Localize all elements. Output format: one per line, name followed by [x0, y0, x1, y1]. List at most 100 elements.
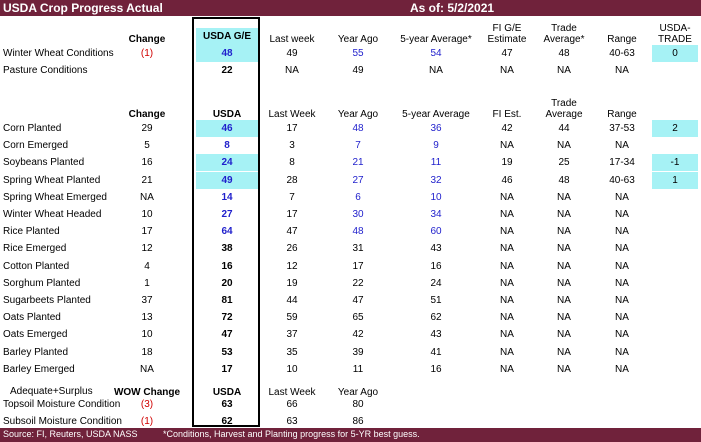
- fi-cell: 19: [501, 157, 513, 169]
- fi-cell: NA: [500, 363, 514, 375]
- usda-trade-cell: [652, 137, 698, 154]
- row-label: Cotton Planted: [3, 260, 70, 272]
- row-label: Pasture Conditions: [3, 65, 88, 76]
- table-row: Winter Wheat Conditions (1) 48 49 55 54 47 48 40…: [0, 45, 701, 62]
- year-ago-cell: 39: [352, 346, 364, 358]
- fi-cell: 42: [501, 123, 513, 134]
- row-label: Barley Emerged: [3, 363, 75, 375]
- range-cell: NA: [615, 277, 629, 289]
- fi-cell: 47: [501, 48, 513, 59]
- col-header-last-week: Last week: [269, 34, 315, 45]
- fi-cell: NA: [500, 329, 514, 341]
- five-year-cell: 32: [430, 174, 442, 186]
- footer-note: *Conditions, Harvest and Planting progre…: [163, 429, 420, 439]
- usda-cell: 47: [221, 329, 233, 341]
- table-row: Pasture Conditions 22 NA 49 NA NA NA NA: [0, 62, 701, 79]
- row-label: Barley Planted: [3, 346, 69, 358]
- usda-cell: 16: [221, 260, 233, 272]
- range-cell: 17-34: [609, 157, 635, 169]
- trade-cell: NA: [557, 243, 571, 255]
- usda-cell: 22: [221, 65, 233, 76]
- usda-trade-cell: [652, 206, 698, 223]
- five-year-cell: 43: [430, 329, 442, 341]
- year-ago-cell: 48: [352, 123, 364, 134]
- col-header-fi: FI Est.: [492, 109, 522, 120]
- last-week-cell: 19: [286, 277, 298, 289]
- usda-cell: 49: [196, 171, 258, 189]
- year-ago-cell: 80: [352, 399, 364, 410]
- table-row: Soybeans Planted 16 24 8 21 11 19 25 17-34 -1: [0, 154, 701, 172]
- usda-cell: 20: [221, 277, 233, 289]
- change-cell: 16: [141, 157, 153, 169]
- range-cell: NA: [615, 329, 629, 341]
- col-header-five-year: 5-year Average*: [400, 34, 472, 45]
- usda-trade-cell: [652, 62, 698, 79]
- col-header-change: Change: [128, 34, 166, 45]
- last-week-cell: 59: [286, 312, 298, 324]
- trade-cell: NA: [557, 140, 571, 152]
- usda-cell: 81: [221, 295, 233, 306]
- year-ago-cell: 21: [352, 157, 364, 169]
- five-year-cell: 41: [430, 346, 442, 358]
- year-ago-cell: 31: [352, 243, 364, 255]
- table-row: Corn Planted 29 46 17 48 36 42 44 37-53 2: [0, 120, 701, 137]
- trade-cell: NA: [557, 346, 571, 358]
- change-cell: 12: [141, 243, 153, 255]
- trade-cell: NA: [557, 209, 571, 220]
- row-label: Oats Emerged: [3, 329, 68, 341]
- range-cell: NA: [615, 140, 629, 152]
- usda-trade-cell: [652, 361, 698, 378]
- change-cell: 18: [141, 346, 153, 358]
- range-cell: 40-63: [609, 48, 635, 59]
- change-cell: 10: [141, 329, 153, 341]
- row-label: Corn Emerged: [3, 140, 69, 152]
- fi-cell: NA: [500, 295, 514, 306]
- fi-cell: NA: [500, 140, 514, 152]
- row-label: Spring Wheat Planted: [3, 174, 101, 186]
- col-header-range: Range: [607, 109, 637, 120]
- col-header-change: WOW Change: [113, 387, 181, 398]
- last-week-cell: 26: [286, 243, 298, 255]
- change-cell: 5: [144, 140, 150, 152]
- trade-cell: NA: [557, 295, 571, 306]
- year-ago-cell: 17: [352, 260, 364, 272]
- last-week-cell: 44: [286, 295, 298, 306]
- row-label: Spring Wheat Emerged: [3, 191, 107, 203]
- last-week-cell: 28: [286, 174, 298, 186]
- year-ago-cell: 48: [352, 226, 364, 238]
- usda-trade-cell: [652, 258, 698, 275]
- usda-trade-cell: [652, 240, 698, 257]
- usda-cell: 8: [224, 140, 230, 152]
- table-row: Rice Emerged 12 38 26 31 43 NA NA NA: [0, 240, 701, 257]
- usda-cell: 63: [221, 399, 233, 410]
- change-cell: (1): [140, 48, 154, 59]
- usda-cell: 38: [221, 243, 233, 255]
- usda-trade-cell: -1: [652, 154, 698, 172]
- year-ago-cell: 7: [355, 140, 361, 152]
- last-week-cell: 17: [286, 209, 298, 220]
- range-cell: NA: [615, 260, 629, 272]
- trade-cell: NA: [557, 191, 571, 203]
- five-year-cell: 16: [430, 260, 442, 272]
- row-label: Topsoil Moisture Condition: [3, 399, 121, 410]
- col-header-usda: USDA G/E: [196, 28, 258, 45]
- usda-trade-cell: 1: [652, 171, 698, 189]
- title-bar: USDA Crop Progress Actual As of: 5/2/202…: [0, 0, 701, 16]
- usda-cell: 46: [196, 120, 258, 137]
- col-header-trade: Trade Average*: [543, 23, 585, 45]
- usda-cell: 27: [221, 209, 233, 220]
- five-year-cell: 11: [430, 157, 442, 169]
- table-row: Spring Wheat Emerged NA 14 7 6 10 NA NA NA: [0, 189, 701, 206]
- range-cell: NA: [615, 295, 629, 306]
- change-cell: 37: [141, 295, 153, 306]
- fi-cell: NA: [500, 312, 514, 324]
- usda-trade-cell: [652, 189, 698, 206]
- col-header-change: Change: [128, 109, 166, 120]
- change-cell: 17: [141, 226, 153, 238]
- row-label: Soybeans Planted: [3, 157, 85, 169]
- last-week-cell: 8: [289, 157, 295, 169]
- table-row: Spring Wheat Planted 21 49 28 27 32 46 48 40-63 1: [0, 171, 701, 189]
- range-cell: NA: [615, 191, 629, 203]
- col-header-year-ago: Year Ago: [337, 109, 379, 120]
- range-cell: NA: [615, 209, 629, 220]
